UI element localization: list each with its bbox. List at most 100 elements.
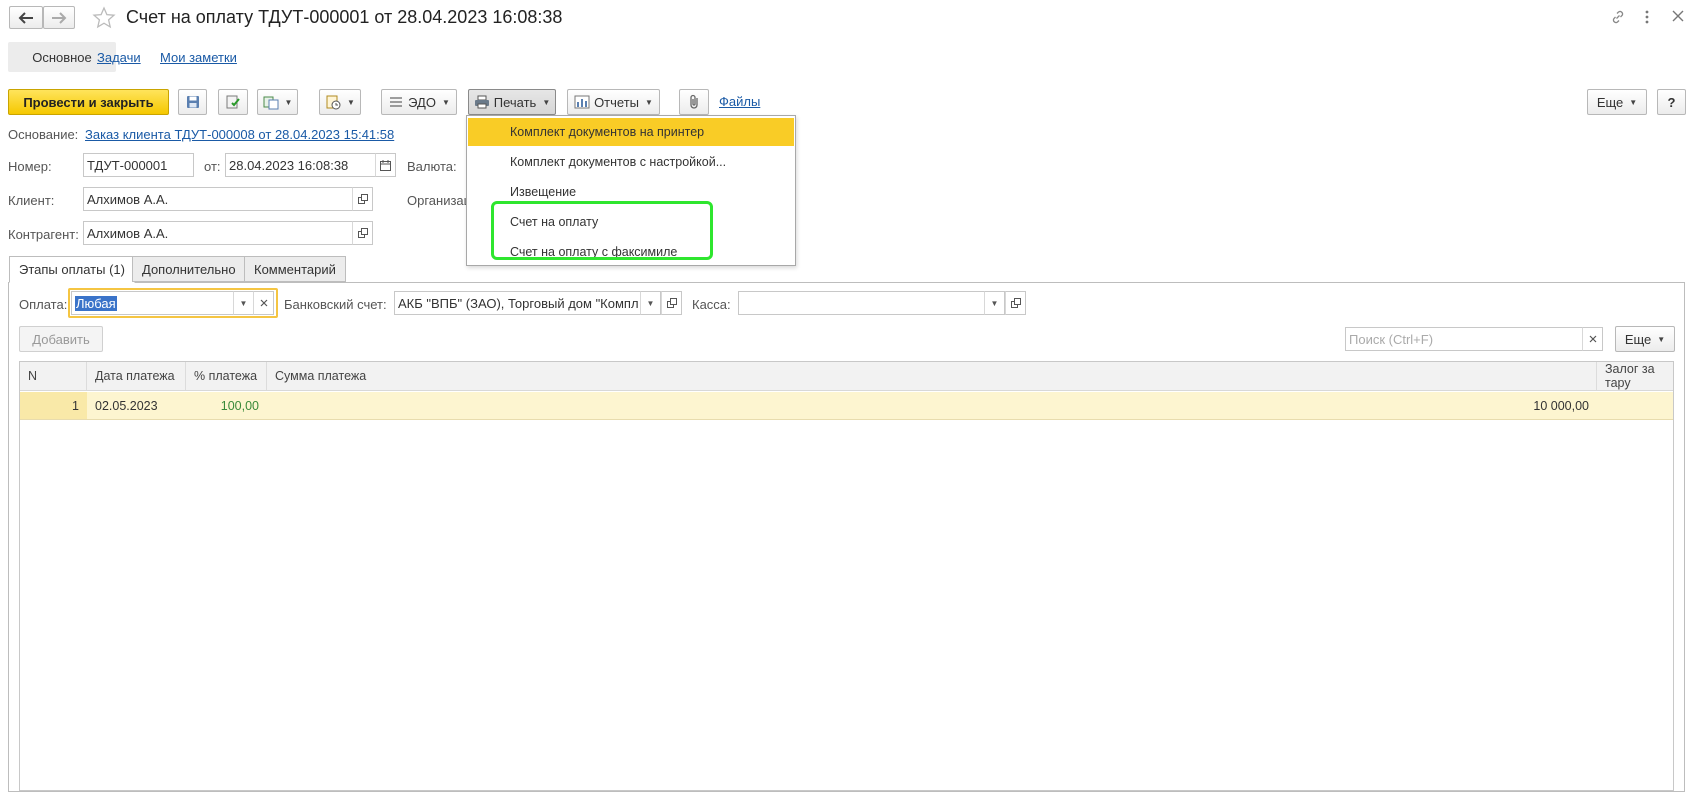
dropdown-icon: ▼ [239,298,248,308]
files-link[interactable]: Файлы [719,94,760,109]
print-menu: Комплект документов на принтер Комплект … [466,115,796,266]
cash-field[interactable] [738,291,986,315]
client-open-button[interactable] [352,187,373,211]
tab-additional[interactable]: Дополнительно [132,256,246,282]
create-based-icon [263,94,279,110]
paperclip-icon [687,94,701,110]
col-percent[interactable]: % платежа [186,362,267,390]
payment-table: N Дата платежа % платежа Сумма платежа З… [19,361,1674,791]
col-deposit[interactable]: Залог за тару [1597,362,1673,390]
link-icon[interactable] [1610,9,1626,25]
structure-icon [325,94,341,110]
bank-account-label: Банковский счет: [284,297,387,312]
cell-date: 02.05.2023 [95,398,158,413]
save-button[interactable] [178,89,207,115]
more-button[interactable]: Еще ▼ [1587,89,1647,115]
dropdown-icon: ▼ [542,97,551,107]
post-and-close-button[interactable]: Провести и закрыть [8,89,169,115]
kebab-icon[interactable] [1644,9,1650,25]
client-label: Клиент: [8,193,55,208]
dropdown-icon: ▼ [1629,97,1638,107]
help-button[interactable]: ? [1657,89,1686,115]
bank-open-button[interactable] [661,291,682,315]
payment-dropdown-button[interactable]: ▼ [233,291,254,315]
counterparty-field[interactable]: Алхимов А.А. [83,221,353,245]
reports-icon [574,95,590,109]
print-button[interactable]: Печать ▼ [468,89,556,115]
back-arrow-icon [18,11,34,24]
cash-label: Касса: [692,297,731,312]
dropdown-icon: ▼ [645,97,653,107]
cash-open-button[interactable] [1005,291,1026,315]
cell-sum: 10 000,00 [1533,398,1589,413]
cell-deposit [1597,392,1673,419]
open-icon [357,194,368,204]
clear-icon [1589,335,1597,343]
calendar-icon [380,159,391,171]
open-icon [666,298,677,308]
create-based-button[interactable]: ▼ [257,89,298,115]
dropdown-icon: ▼ [284,97,293,107]
table-row[interactable]: 1 02.05.2023 100,00 10 000,00 [20,392,1673,420]
structure-button[interactable]: ▼ [319,89,361,115]
edo-icon [388,95,404,109]
basis-label: Основание: [8,127,79,142]
reports-button[interactable]: Отчеты ▼ [567,89,660,115]
payment-clear-button[interactable] [253,291,274,315]
payment-value: Любая [75,295,117,311]
client-field[interactable]: Алхимов А.А. [83,187,353,211]
highlight-outline [491,201,713,260]
date-field[interactable]: 28.04.2023 16:08:38 [225,153,378,177]
bank-dropdown-button[interactable]: ▼ [640,291,661,315]
close-icon[interactable] [1672,10,1684,22]
tab-payment-stages[interactable]: Этапы оплаты (1) [9,256,135,283]
counterparty-label: Контрагент: [8,227,79,242]
cell-n: 1 [20,392,87,419]
dropdown-icon: ▼ [646,298,655,308]
currency-label: Валюта: [407,159,457,174]
table-more-button[interactable]: Еще ▼ [1615,326,1675,352]
nav-tab-tasks[interactable]: Задачи [97,50,141,65]
clear-icon [260,299,268,307]
tab-comment[interactable]: Комментарий [244,256,346,282]
nav-tab-notes[interactable]: Мои заметки [160,50,237,65]
back-button[interactable] [9,6,43,29]
menu-item-print-set[interactable]: Комплект документов на принтер [468,118,794,146]
open-icon [357,228,368,238]
table-header: N Дата платежа % платежа Сумма платежа З… [20,362,1673,391]
organization-label: Организац [407,193,472,208]
post-button[interactable] [218,89,248,115]
col-sum[interactable]: Сумма платежа [267,362,1597,390]
col-date[interactable]: Дата платежа [87,362,186,390]
add-button[interactable]: Добавить [19,326,103,352]
search-clear-button[interactable] [1582,327,1603,351]
bank-account-field[interactable]: АКБ "ВПБ" (ЗАО), Торговый дом "Компл [394,291,642,315]
col-n[interactable]: N [20,362,87,390]
counterparty-open-button[interactable] [352,221,373,245]
attach-button[interactable] [679,89,709,115]
page-title: Счет на оплату ТДУТ-000001 от 28.04.2023… [126,7,563,27]
forward-button[interactable] [43,6,75,29]
cell-percent: 100,00 [220,398,259,413]
menu-item-print-set-settings[interactable]: Комплект документов с настройкой... [468,148,794,176]
save-icon [186,95,200,109]
dropdown-icon: ▼ [1657,334,1666,344]
edo-button[interactable]: ЭДО ▼ [381,89,457,115]
printer-icon [474,95,490,109]
star-icon[interactable] [92,6,116,30]
dropdown-icon: ▼ [347,97,355,107]
calendar-button[interactable] [375,153,396,177]
forward-arrow-icon [51,11,67,24]
open-icon [1010,298,1021,308]
from-label: от: [204,159,221,174]
basis-link[interactable]: Заказ клиента ТДУТ-000008 от 28.04.2023 … [85,127,394,142]
number-field[interactable]: ТДУТ-000001 [83,153,194,177]
cash-dropdown-button[interactable]: ▼ [984,291,1005,315]
payment-label: Оплата: [19,297,68,312]
dropdown-icon: ▼ [990,298,999,308]
search-input[interactable]: Поиск (Ctrl+F) [1345,327,1585,351]
post-icon [225,94,241,110]
dropdown-icon: ▼ [441,97,450,107]
number-label: Номер: [8,159,52,174]
payment-field[interactable]: Любая [71,291,235,315]
